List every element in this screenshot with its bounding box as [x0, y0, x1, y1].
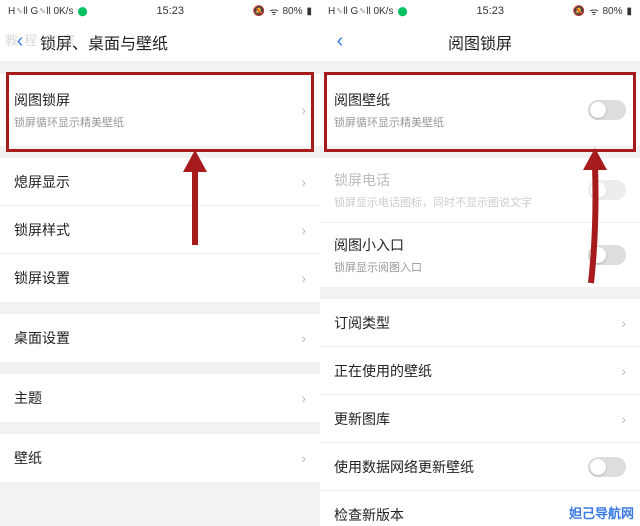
row-lock-style[interactable]: 锁屏样式 › — [0, 206, 320, 254]
chevron-right-icon: › — [621, 315, 626, 331]
back-button[interactable]: ‹ — [320, 22, 360, 62]
status-bar: H␎ll G␎ll 0K/s ⬤ 15:23 🔕 ᯤ 80% ▮ — [0, 0, 320, 22]
row-subtitle: 锁屏显示阅图入口 — [334, 259, 588, 275]
signal-icon: H␎ll G␎ll 0K/s — [328, 6, 393, 17]
row-title: 锁屏设置 — [14, 268, 70, 288]
row-subtitle: 锁屏循环显示精美壁纸 — [334, 114, 588, 130]
chevron-right-icon: › — [301, 174, 306, 190]
back-button[interactable]: ‹ — [0, 22, 40, 62]
row-title: 锁屏电话 — [334, 170, 588, 190]
status-bar: H␎ll G␎ll 0K/s ⬤ 15:23 🔕 ᯤ 80% ▮ — [320, 0, 640, 22]
battery-icon: ▮ — [306, 6, 312, 17]
wechat-icon: ⬤ — [397, 6, 407, 17]
phone-right: H␎ll G␎ll 0K/s ⬤ 15:23 🔕 ᯤ 80% ▮ ‹ 阅图锁屏 … — [320, 0, 640, 526]
row-title: 壁纸 — [14, 448, 42, 468]
row-using-wallpaper[interactable]: 正在使用的壁纸 › — [320, 347, 640, 395]
page-title: 阅图锁屏 — [360, 30, 640, 54]
chevron-right-icon: › — [301, 102, 306, 118]
row-title: 锁屏样式 — [14, 220, 70, 240]
row-subtitle: 锁屏循环显示精美壁纸 — [14, 114, 301, 130]
toggle-entry[interactable] — [588, 245, 626, 265]
row-yuetu-lockscreen[interactable]: 阅图锁屏 锁屏循环显示精美壁纸 › — [0, 74, 320, 146]
chevron-right-icon: › — [301, 450, 306, 466]
header: ‹ 阅图锁屏 — [320, 22, 640, 62]
row-entry[interactable]: 阅图小入口 锁屏显示阅图入口 — [320, 223, 640, 287]
mute-icon: 🔕 — [573, 6, 585, 17]
row-title: 更新图库 — [334, 409, 390, 429]
toggle-lockscreen-call — [588, 180, 626, 200]
chevron-right-icon: › — [301, 222, 306, 238]
mute-icon: 🔕 — [253, 6, 265, 17]
row-subscribe-type[interactable]: 订阅类型 › — [320, 299, 640, 347]
row-title: 检查新版本 — [334, 505, 404, 525]
toggle-mobile-data[interactable] — [588, 457, 626, 477]
chevron-right-icon: › — [621, 507, 626, 523]
chevron-right-icon: › — [621, 363, 626, 379]
row-wallpaper[interactable]: 壁纸 › — [0, 434, 320, 482]
row-title: 使用数据网络更新壁纸 — [334, 457, 474, 477]
row-title: 正在使用的壁纸 — [334, 361, 432, 381]
row-subtitle: 锁屏显示电话图标，同时不显示图说文字 — [334, 194, 588, 210]
wifi-icon: ᯤ — [269, 4, 278, 18]
row-aod[interactable]: 熄屏显示 › — [0, 158, 320, 206]
status-time: 15:23 — [476, 5, 504, 17]
row-title: 阅图小入口 — [334, 235, 588, 255]
row-lock-settings[interactable]: 锁屏设置 › — [0, 254, 320, 302]
phone-left: H␎ll G␎ll 0K/s ⬤ 15:23 🔕 ᯤ 80% ▮ ‹ 锁屏、桌面… — [0, 0, 320, 526]
signal-icon: H␎ll G␎ll 0K/s — [8, 6, 73, 17]
row-theme[interactable]: 主题 › — [0, 374, 320, 422]
row-check-version[interactable]: 检查新版本 › — [320, 491, 640, 526]
chevron-right-icon: › — [301, 390, 306, 406]
row-yuetu-wallpaper[interactable]: 阅图壁纸 锁屏循环显示精美壁纸 — [320, 74, 640, 146]
row-lockscreen-call: 锁屏电话 锁屏显示电话图标，同时不显示图说文字 — [320, 158, 640, 223]
header: ‹ 锁屏、桌面与壁纸 — [0, 22, 320, 62]
chevron-right-icon: › — [301, 330, 306, 346]
row-title: 桌面设置 — [14, 328, 70, 348]
status-time: 15:23 — [156, 5, 184, 17]
battery-percent: 80% — [602, 6, 622, 17]
toggle-yuetu-wallpaper[interactable] — [588, 100, 626, 120]
battery-percent: 80% — [282, 6, 302, 17]
row-title: 订阅类型 — [334, 313, 390, 333]
row-use-mobile-data[interactable]: 使用数据网络更新壁纸 — [320, 443, 640, 491]
content: 阅图锁屏 锁屏循环显示精美壁纸 › 熄屏显示 › 锁屏样式 › 锁屏设置 — [0, 62, 320, 526]
chevron-right-icon: › — [301, 270, 306, 286]
row-title: 熄屏显示 — [14, 172, 70, 192]
content: 阅图壁纸 锁屏循环显示精美壁纸 锁屏电话 锁屏显示电话图标，同时不显示图说文字 — [320, 62, 640, 526]
row-title: 主题 — [14, 388, 42, 408]
page-title: 锁屏、桌面与壁纸 — [40, 30, 320, 54]
wifi-icon: ᯤ — [589, 4, 598, 18]
row-desktop-settings[interactable]: 桌面设置 › — [0, 314, 320, 362]
row-title: 阅图锁屏 — [14, 90, 301, 110]
battery-icon: ▮ — [626, 6, 632, 17]
chevron-right-icon: › — [621, 411, 626, 427]
wechat-icon: ⬤ — [77, 6, 87, 17]
row-update-gallery[interactable]: 更新图库 › — [320, 395, 640, 443]
row-title: 阅图壁纸 — [334, 90, 588, 110]
